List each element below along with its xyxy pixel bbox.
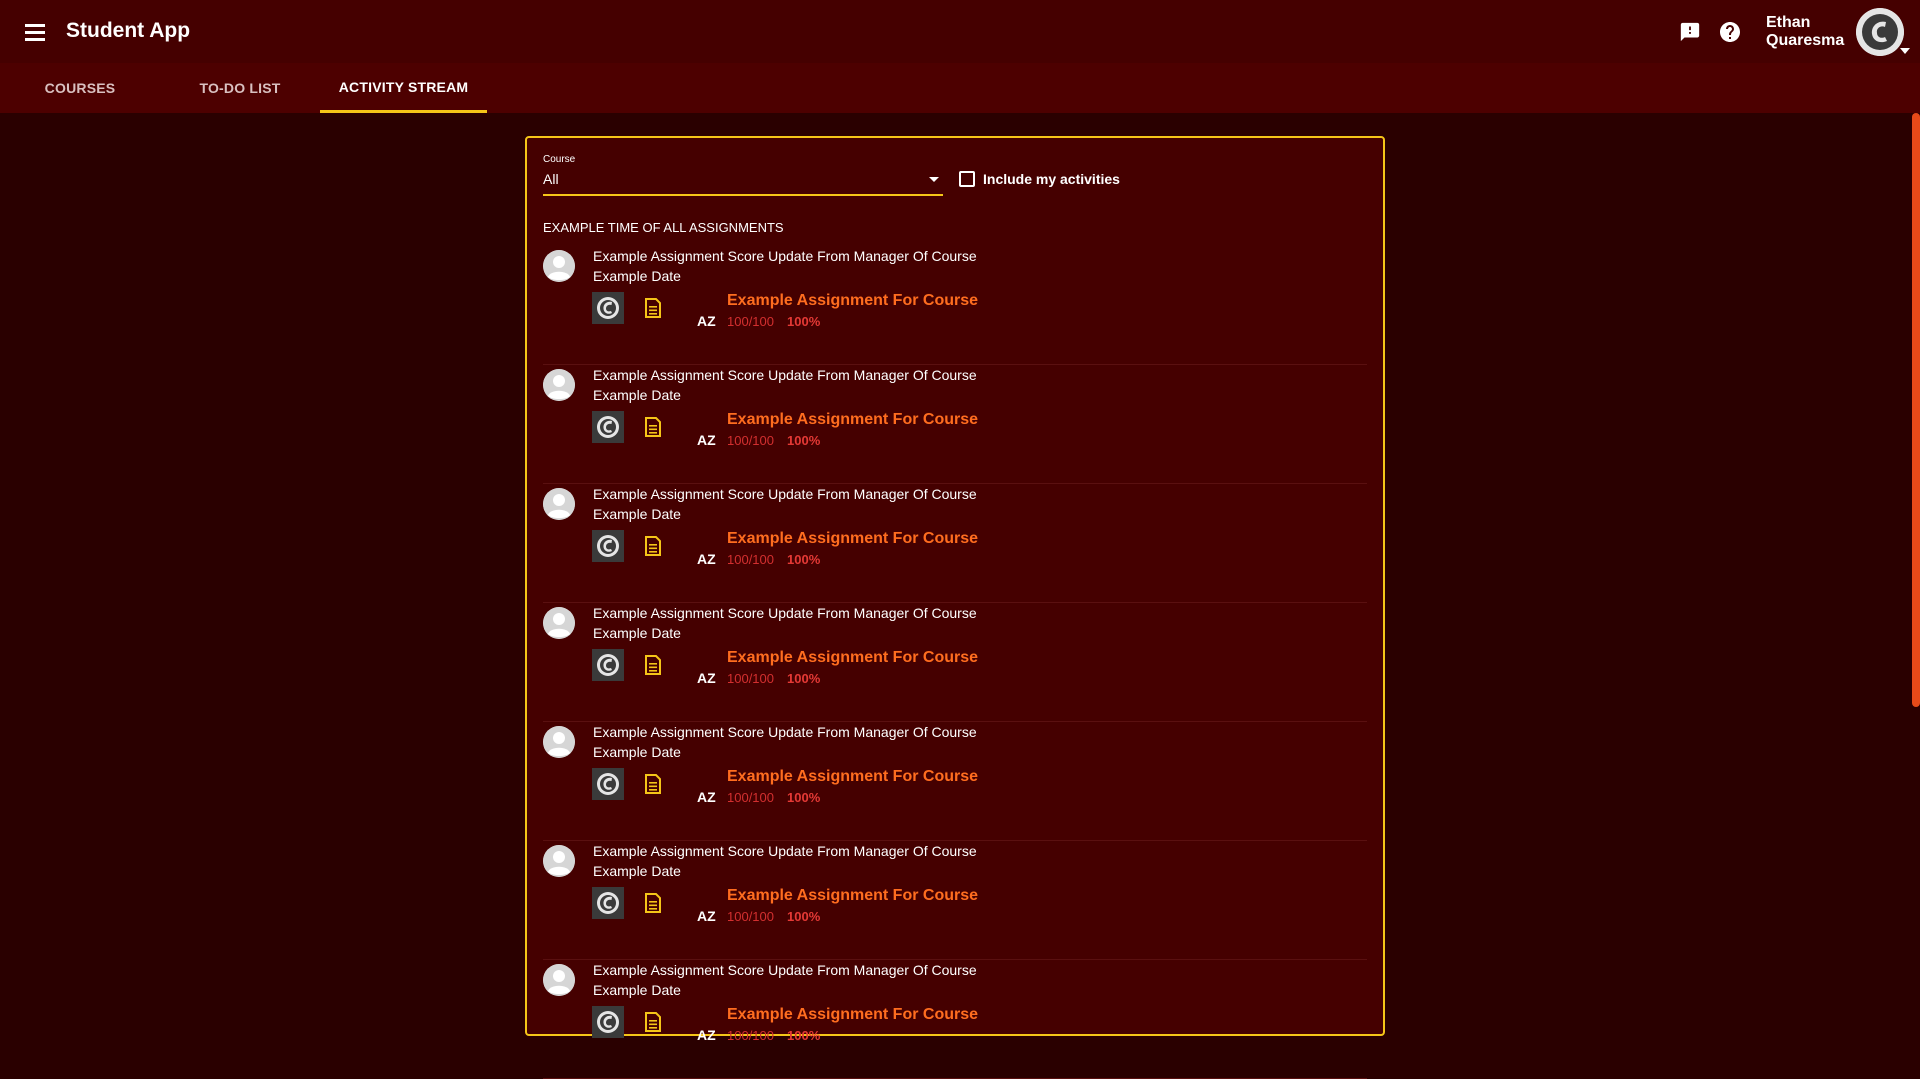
course-select[interactable]: Course All <box>543 154 943 196</box>
assignment-link[interactable]: Example Assignment For Course <box>727 530 978 548</box>
assignment-percent: 100% <box>787 1028 821 1043</box>
activity-item: Example Assignment Score Update From Man… <box>527 246 1383 365</box>
tab-todo-list[interactable]: TO-DO LIST <box>160 63 320 113</box>
assignment-link[interactable]: Example Assignment For Course <box>727 411 978 429</box>
assignment-score: 100/100 <box>727 314 774 329</box>
activity-date: Example Date <box>593 863 681 879</box>
page-scrollbar[interactable] <box>1912 113 1920 707</box>
user-avatar-icon <box>543 726 575 758</box>
course-logo-icon[interactable] <box>592 1006 624 1038</box>
course-logo-icon[interactable] <box>592 530 624 562</box>
course-code: AZ <box>697 789 716 805</box>
document-icon[interactable] <box>645 417 661 437</box>
course-logo-icon[interactable] <box>592 292 624 324</box>
account-menu-caret-icon[interactable] <box>1900 48 1910 54</box>
help-icon[interactable] <box>1718 20 1742 44</box>
assignment-link[interactable]: Example Assignment For Course <box>727 649 978 667</box>
menu-icon[interactable] <box>20 18 50 46</box>
activity-title: Example Assignment Score Update From Man… <box>593 248 977 264</box>
activity-date: Example Date <box>593 744 681 760</box>
assignment-score: 100/100 <box>727 433 774 448</box>
assignment-score: 100/100 <box>727 1028 774 1043</box>
assignment-score: 100/100 <box>727 552 774 567</box>
activity-title: Example Assignment Score Update From Man… <box>593 367 977 383</box>
assignment-link[interactable]: Example Assignment For Course <box>727 768 978 786</box>
tab-courses[interactable]: COURSES <box>0 63 160 113</box>
user-name: Ethan Quaresma <box>1766 14 1845 49</box>
course-logo-icon[interactable] <box>592 411 624 443</box>
include-my-activities-toggle[interactable]: Include my activities <box>959 170 1120 188</box>
assignment-link[interactable]: Example Assignment For Course <box>727 1006 978 1024</box>
avatar-logo-icon <box>1856 8 1904 56</box>
course-code: AZ <box>697 908 716 924</box>
top-app-bar: Student App Ethan Quaresma <box>0 0 1920 63</box>
activity-item: Example Assignment Score Update From Man… <box>527 365 1383 484</box>
section-title: EXAMPLE TIME OF ALL ASSIGNMENTS <box>543 220 784 235</box>
app-title: Student App <box>66 19 191 42</box>
activity-item: Example Assignment Score Update From Man… <box>527 603 1383 722</box>
assignment-percent: 100% <box>787 790 821 805</box>
activity-date: Example Date <box>593 268 681 284</box>
tab-bar: COURSES TO-DO LIST ACTIVITY STREAM <box>0 63 1920 113</box>
include-my-activities-label: Include my activities <box>983 171 1120 187</box>
document-icon[interactable] <box>645 1012 661 1032</box>
course-code: AZ <box>697 551 716 567</box>
user-avatar-icon <box>543 964 575 996</box>
course-code: AZ <box>697 670 716 686</box>
assignment-percent: 100% <box>787 671 821 686</box>
feedback-icon[interactable] <box>1678 20 1702 44</box>
document-icon[interactable] <box>645 536 661 556</box>
course-code: AZ <box>697 1027 716 1043</box>
activity-item: Example Assignment Score Update From Man… <box>527 841 1383 960</box>
include-my-activities-checkbox[interactable] <box>959 171 975 187</box>
assignment-percent: 100% <box>787 314 821 329</box>
activity-item: Example Assignment Score Update From Man… <box>527 722 1383 841</box>
assignment-score: 100/100 <box>727 909 774 924</box>
activity-date: Example Date <box>593 387 681 403</box>
assignment-percent: 100% <box>787 433 821 448</box>
user-avatar-icon <box>543 845 575 877</box>
document-icon[interactable] <box>645 893 661 913</box>
course-select-value: All <box>543 171 559 187</box>
activity-date: Example Date <box>593 625 681 641</box>
activity-title: Example Assignment Score Update From Man… <box>593 962 977 978</box>
activity-date: Example Date <box>593 506 681 522</box>
assignment-percent: 100% <box>787 909 821 924</box>
activity-list: Example Assignment Score Update From Man… <box>527 246 1383 1079</box>
course-code: AZ <box>697 432 716 448</box>
course-logo-icon[interactable] <box>592 768 624 800</box>
course-logo-icon[interactable] <box>592 887 624 919</box>
chevron-down-icon <box>929 177 939 182</box>
activity-stream-panel: Course All Include my activities EXAMPLE… <box>525 136 1385 1079</box>
user-avatar-icon <box>543 369 575 401</box>
assignment-percent: 100% <box>787 552 821 567</box>
course-select-label: Course <box>543 154 576 165</box>
activity-title: Example Assignment Score Update From Man… <box>593 724 977 740</box>
document-icon[interactable] <box>645 655 661 675</box>
assignment-link[interactable]: Example Assignment For Course <box>727 887 978 905</box>
course-code: AZ <box>697 313 716 329</box>
activity-title: Example Assignment Score Update From Man… <box>593 605 977 621</box>
document-icon[interactable] <box>645 298 661 318</box>
course-logo-icon[interactable] <box>592 649 624 681</box>
activity-item: Example Assignment Score Update From Man… <box>527 960 1383 1079</box>
assignment-link[interactable]: Example Assignment For Course <box>727 292 978 310</box>
user-avatar[interactable] <box>1856 8 1904 56</box>
document-icon[interactable] <box>645 774 661 794</box>
user-avatar-icon <box>543 607 575 639</box>
user-avatar-icon <box>543 488 575 520</box>
activity-title: Example Assignment Score Update From Man… <box>593 486 977 502</box>
activity-title: Example Assignment Score Update From Man… <box>593 843 977 859</box>
user-avatar-icon <box>543 250 575 282</box>
assignment-score: 100/100 <box>727 790 774 805</box>
activity-date: Example Date <box>593 982 681 998</box>
activity-item: Example Assignment Score Update From Man… <box>527 484 1383 603</box>
assignment-score: 100/100 <box>727 671 774 686</box>
tab-activity-stream[interactable]: ACTIVITY STREAM <box>320 63 487 113</box>
